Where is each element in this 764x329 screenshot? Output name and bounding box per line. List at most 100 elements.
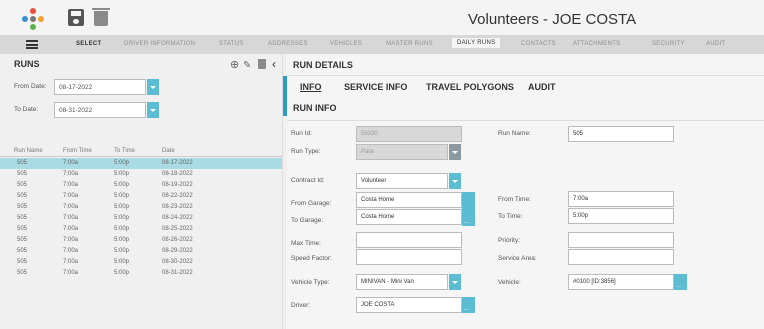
table-cell: 7:00a [63, 215, 79, 221]
to-time-field[interactable]: 5:00p [568, 208, 674, 224]
to-garage-field[interactable]: Costa Home [356, 209, 462, 225]
from-date-label: From Date: [14, 83, 47, 90]
table-cell: 08-26-2022 [162, 237, 193, 243]
nav-bar: SELECT DRIVER INFORMATION STATUS ADDRESS… [0, 35, 764, 54]
save-icon[interactable] [68, 9, 84, 26]
nav-audit[interactable]: AUDIT [706, 41, 726, 47]
driver-field[interactable]: JOE COSTA [356, 297, 462, 313]
priority-field[interactable] [568, 232, 674, 248]
nav-security[interactable]: SECURITY [652, 41, 685, 47]
table-cell: 5:00p [114, 259, 130, 265]
table-cell: 5:00p [114, 182, 130, 188]
collapse-icon[interactable]: ‹ [272, 57, 276, 71]
run-type-label: Run Type: [291, 148, 321, 155]
table-row[interactable]: 505 7:00a 5:00p 08-24-2022 [0, 213, 282, 224]
table-cell: 08-24-2022 [162, 215, 193, 221]
vehicle-field[interactable]: #0100 [ID:3856] [568, 274, 674, 290]
delete-run-icon[interactable] [258, 59, 266, 69]
tab-info[interactable]: INFO [300, 82, 322, 92]
from-date-input[interactable]: 08-17-2022 [54, 79, 146, 95]
run-type-select: Para [356, 144, 448, 160]
table-cell: 5:00p [114, 215, 130, 221]
table-row[interactable]: 505 7:00a 5:00p 08-23-2022 [0, 202, 282, 213]
run-name-field[interactable]: 505 [568, 126, 674, 142]
contract-id-select[interactable]: Volunteer [356, 173, 448, 189]
table-row[interactable]: 505 7:00a 5:00p 08-22-2022 [0, 191, 282, 202]
max-time-field[interactable] [356, 232, 462, 248]
table-row[interactable]: 505 7:00a 5:00p 08-30-2022 [0, 257, 282, 268]
speed-factor-field[interactable] [356, 249, 462, 265]
col-date[interactable]: Date [162, 148, 175, 154]
from-garage-field[interactable]: Costa Home [356, 192, 462, 208]
table-cell: 08-22-2022 [162, 193, 193, 199]
table-cell: 505 [17, 270, 28, 276]
vehicle-lookup-button[interactable] [674, 274, 687, 290]
from-time-label: From Time: [498, 196, 531, 203]
table-cell: 505 [17, 171, 28, 177]
table-row[interactable]: 505 7:00a 5:00p 08-29-2022 [0, 246, 282, 257]
garage-lookup-button[interactable] [462, 192, 475, 226]
table-cell: 08-25-2022 [162, 226, 193, 232]
table-cell: 08-19-2022 [162, 182, 193, 188]
table-cell: 7:00a [63, 171, 79, 177]
window-title: Volunteers - JOE COSTA [468, 11, 637, 28]
col-run-name[interactable]: Run Name [14, 148, 43, 154]
table-cell: 5:00p [114, 171, 130, 177]
nav-attachments[interactable]: ATTACHMENTS [573, 41, 620, 47]
table-row[interactable]: 505 7:00a 5:00p 08-31-2022 [0, 268, 282, 279]
edit-icon[interactable]: ✎ [243, 60, 251, 71]
from-date-dropdown-button[interactable] [147, 79, 159, 95]
table-cell: 7:00a [63, 248, 79, 254]
nav-driver-information[interactable]: DRIVER INFORMATION [124, 41, 195, 47]
nav-contacts[interactable]: CONTACTS [521, 41, 556, 47]
table-row[interactable]: 505 7:00a 5:00p 08-19-2022 [0, 180, 282, 191]
table-row[interactable]: 505 7:00a 5:00p 08-18-2022 [0, 169, 282, 180]
menu-icon[interactable] [26, 40, 38, 49]
add-icon[interactable]: ⊕ [230, 58, 239, 71]
vehicle-type-label: Vehicle Type: [291, 279, 330, 286]
table-cell: 08-18-2022 [162, 171, 193, 177]
nav-addresses[interactable]: ADDRESSES [268, 41, 308, 47]
col-from-time[interactable]: From Time [63, 148, 92, 154]
driver-lookup-button[interactable] [462, 297, 475, 313]
col-to-time[interactable]: To Time [114, 148, 135, 154]
to-date-dropdown-button[interactable] [147, 102, 159, 118]
run-details-panel: RUN DETAILS INFO SERVICE INFO TRAVEL POL… [287, 54, 764, 329]
vehicle-type-select[interactable]: MINIVAN - Mini Van [356, 274, 448, 290]
delete-icon[interactable] [92, 8, 110, 26]
to-date-input[interactable]: 08-31-2022 [54, 102, 146, 118]
vehicle-type-dropdown-button[interactable] [449, 274, 461, 290]
table-cell: 7:00a [63, 270, 79, 276]
table-cell: 7:00a [63, 226, 79, 232]
table-row[interactable]: 505 7:00a 5:00p 08-25-2022 [0, 224, 282, 235]
table-row[interactable]: 505 7:00a 5:00p 08-17-2022 [0, 158, 282, 169]
table-row[interactable]: 505 7:00a 5:00p 08-26-2022 [0, 235, 282, 246]
table-cell: 505 [17, 204, 28, 210]
nav-select[interactable]: SELECT [76, 41, 101, 47]
max-time-label: Max Time: [291, 240, 321, 247]
table-cell: 505 [17, 259, 28, 265]
nav-master-runs[interactable]: MASTER RUNS [386, 41, 433, 47]
run-details-header: RUN DETAILS [287, 54, 764, 76]
nav-vehicles[interactable]: VEHICLES [330, 41, 362, 47]
table-cell: 08-23-2022 [162, 204, 193, 210]
nav-status[interactable]: STATUS [219, 41, 244, 47]
run-type-dropdown-button [449, 144, 461, 160]
table-cell: 08-29-2022 [162, 248, 193, 254]
nav-daily-runs[interactable]: DAILY RUNS [452, 38, 501, 48]
contract-id-dropdown-button[interactable] [449, 173, 461, 189]
service-area-field[interactable] [568, 249, 674, 265]
tab-audit[interactable]: AUDIT [528, 82, 556, 92]
from-time-field[interactable]: 7:00a [568, 191, 674, 207]
table-cell: 5:00p [114, 204, 130, 210]
table-cell: 5:00p [114, 248, 130, 254]
table-cell: 5:00p [114, 237, 130, 243]
driver-label: Driver: [291, 302, 311, 309]
tab-service-info[interactable]: SERVICE INFO [344, 82, 407, 92]
tab-travel-polygons[interactable]: TRAVEL POLYGONS [426, 82, 514, 92]
table-cell: 5:00p [114, 160, 130, 166]
to-garage-label: To Garage: [291, 217, 324, 224]
table-cell: 5:00p [114, 226, 130, 232]
table-cell: 7:00a [63, 259, 79, 265]
table-cell: 505 [17, 193, 28, 199]
